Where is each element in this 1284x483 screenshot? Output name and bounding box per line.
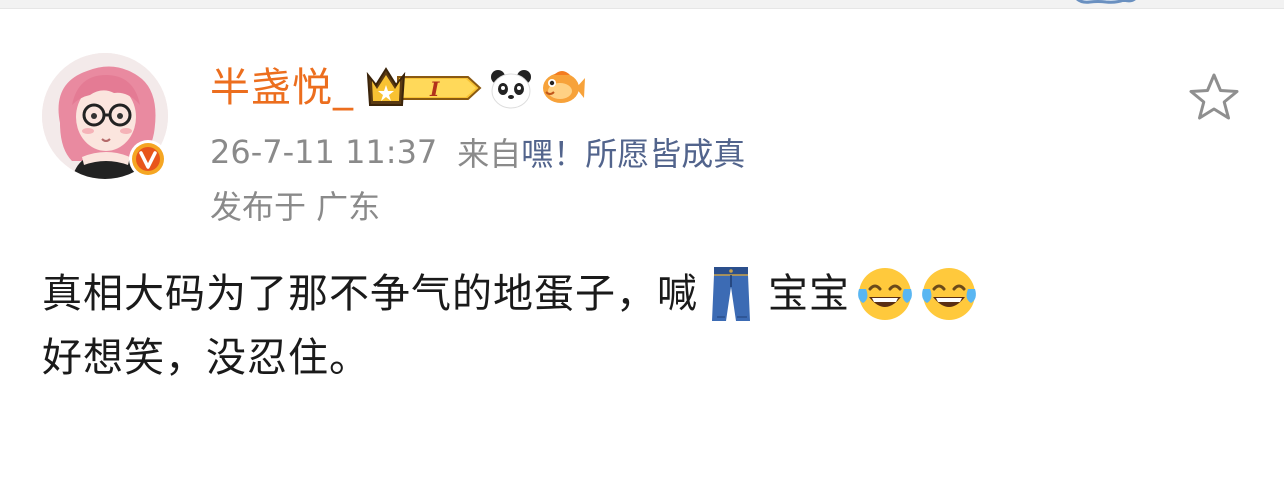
post-text-segment-3: 好想笑，没忍住。	[42, 335, 370, 381]
post-text-segment-2: 宝宝	[768, 271, 850, 317]
post-content-line-1: 真相大码为了那不争气的地蛋子，喊 宝宝	[42, 262, 1242, 326]
verified-badge-icon	[129, 140, 167, 178]
tears-of-joy-emoji-icon	[922, 268, 976, 320]
goldfish-emoji-icon	[543, 71, 585, 103]
post-meta: 26-7-11 11:37 来自 嘿！所愿皆成真	[210, 130, 745, 174]
post-content-line-2: 好想笑，没忍住。	[42, 326, 1242, 390]
avatar-container[interactable]	[42, 53, 172, 183]
post-timestamp: 26-7-11 11:37	[210, 133, 438, 171]
username-row: 半盏悦_ I	[210, 62, 586, 114]
post-content: 真相大码为了那不争气的地蛋子，喊 宝宝 好想笑，没忍住。	[42, 262, 1242, 390]
weibo-post-page: 半盏悦_ I 26-7-11 11:37 来自 嘿！所愿皆成真 发布于 广东 真…	[0, 0, 1284, 483]
post-text-segment-1: 真相大码为了那不争气的地蛋子，喊	[42, 271, 698, 317]
panda-emoji-icon	[491, 70, 531, 109]
crown-level-badge-icon[interactable]: I	[364, 65, 482, 111]
favorite-star-icon[interactable]	[1186, 70, 1242, 126]
jeans-emoji-icon	[712, 267, 750, 321]
post-source-link[interactable]: 嘿！所愿皆成真	[521, 129, 745, 175]
tears-of-joy-emoji-icon	[858, 268, 912, 320]
source-prefix: 来自	[457, 135, 522, 173]
badge-level-text: I	[429, 77, 440, 101]
partial-icon-top	[1076, 0, 1136, 4]
post-location: 发布于 广东	[210, 188, 381, 226]
username[interactable]: 半盏悦_	[210, 62, 354, 114]
